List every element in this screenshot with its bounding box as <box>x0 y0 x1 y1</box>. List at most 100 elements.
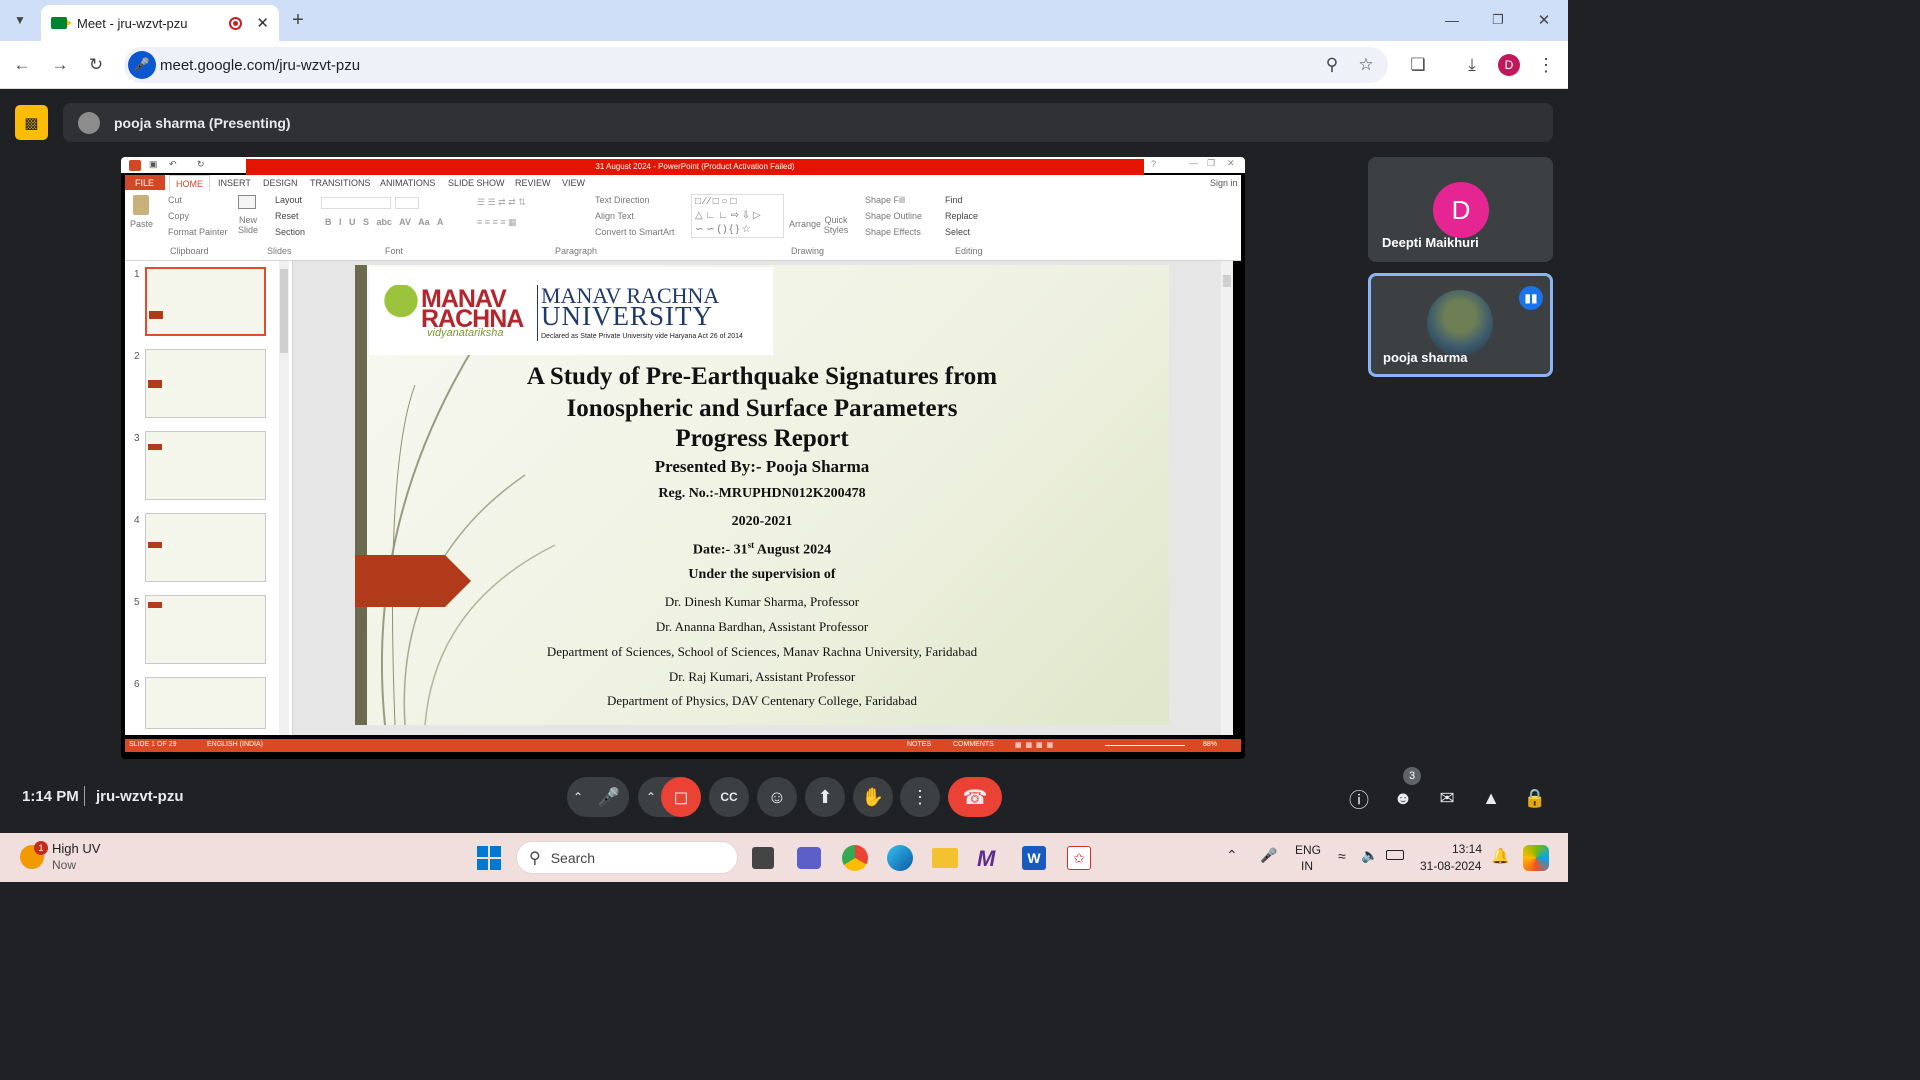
activities-icon[interactable]: ▲ <box>1478 785 1504 811</box>
leave-call-button[interactable]: ☎ <box>948 777 1002 817</box>
camera-off-button[interactable]: ◻ <box>661 777 701 817</box>
meeting-info-icon[interactable]: ⓘ <box>1346 785 1372 812</box>
find-button[interactable]: Find <box>945 195 963 205</box>
zoom-level[interactable]: 88% <box>1203 741 1217 748</box>
close-window-icon[interactable]: ✕ <box>1532 8 1556 32</box>
comments-button[interactable]: COMMENTS <box>953 741 994 748</box>
restore-icon[interactable]: ❐ <box>1486 8 1510 32</box>
ppt-close-icon[interactable]: ✕ <box>1227 158 1235 169</box>
zoom-slider[interactable] <box>1105 745 1185 746</box>
new-slide-button[interactable]: New Slide <box>235 215 261 235</box>
slide-thumbnail[interactable] <box>145 431 266 500</box>
weather-title[interactable]: High UV <box>52 841 100 856</box>
paste-icon[interactable] <box>133 195 149 215</box>
video-options-chevron-icon[interactable]: ⌃ <box>640 777 662 817</box>
arrange-button[interactable]: Arrange <box>789 219 821 229</box>
extensions-icon[interactable]: ❏ <box>1406 53 1430 77</box>
tab-view[interactable]: VIEW <box>562 178 585 188</box>
wifi-icon[interactable]: ≈ <box>1338 848 1346 864</box>
notes-button[interactable]: NOTES <box>907 741 931 748</box>
people-icon[interactable]: ☻ <box>1390 785 1416 811</box>
task-view-icon[interactable] <box>752 847 774 869</box>
downloads-icon[interactable]: ⤓ <box>1460 53 1484 77</box>
captions-button[interactable]: CC <box>709 777 749 817</box>
chat-icon[interactable]: ✉ <box>1434 785 1460 811</box>
audio-options-chevron-icon[interactable]: ⌃ <box>567 777 589 817</box>
clock-date[interactable]: 31-08-2024 <box>1420 859 1481 873</box>
language-indicator[interactable]: ENGLISH (INDIA) <box>207 741 263 748</box>
replace-button[interactable]: Replace <box>945 211 978 221</box>
view-buttons-icon[interactable]: ▦ ▦ ▦ ▦ <box>1015 741 1053 749</box>
copilot-icon[interactable] <box>1523 845 1549 871</box>
tray-chevron-icon[interactable]: ⌃ <box>1226 847 1238 864</box>
tab-slide-show[interactable]: SLIDE SHOW <box>448 178 505 188</box>
format-painter-button[interactable]: Format Painter <box>168 227 228 237</box>
canvas-scrollbar[interactable] <box>1221 261 1233 735</box>
battery-icon[interactable] <box>1386 850 1404 860</box>
convert-smartart-button[interactable]: Convert to SmartArt <box>595 227 675 237</box>
reactions-button[interactable]: ☺ <box>757 777 797 817</box>
mic-permission-icon[interactable]: 🎤 <box>128 51 156 79</box>
present-screen-button[interactable]: ⬆ <box>805 777 845 817</box>
align-icons[interactable]: ≡ ≡ ≡ ≡ ▦ <box>477 217 517 228</box>
more-options-button[interactable]: ⋮ <box>900 777 940 817</box>
font-style-buttons[interactable]: B I U S abc AV Aa A <box>325 217 443 227</box>
slide-thumbnail[interactable] <box>145 677 266 729</box>
reset-button[interactable]: Reset <box>275 211 299 221</box>
stop-presenting-icon[interactable]: ▩ <box>15 105 48 140</box>
clock-time[interactable]: 13:14 <box>1452 842 1482 856</box>
back-icon[interactable]: ← <box>10 53 34 77</box>
start-button[interactable] <box>477 846 501 870</box>
reload-icon[interactable]: ↻ <box>84 53 108 77</box>
tab-search-icon[interactable]: ▼ <box>8 8 32 32</box>
tab-review[interactable]: REVIEW <box>515 178 551 188</box>
host-controls-icon[interactable]: 🔒 <box>1522 785 1548 811</box>
tray-mic-icon[interactable]: 🎤 <box>1260 847 1277 864</box>
tab-home[interactable]: HOME <box>169 175 210 191</box>
bookmark-star-icon[interactable]: ☆ <box>1354 53 1378 77</box>
zoom-icon[interactable]: ⚲ <box>1320 53 1344 77</box>
undo-icon[interactable]: ↶ <box>169 159 177 170</box>
acrobat-icon[interactable]: ✩ <box>1067 846 1091 870</box>
shape-effects-button[interactable]: Shape Effects <box>865 227 921 237</box>
ppt-restore-icon[interactable]: ❐ <box>1207 158 1215 169</box>
volume-icon[interactable]: 🔈 <box>1361 847 1378 864</box>
raise-hand-button[interactable]: ✋ <box>853 777 893 817</box>
chrome-menu-icon[interactable]: ⋮ <box>1534 53 1558 77</box>
word-icon[interactable]: W <box>1022 846 1046 870</box>
slide-thumbnail[interactable] <box>145 513 266 582</box>
tab-animations[interactable]: ANIMATIONS <box>380 178 435 188</box>
close-tab-icon[interactable]: ✕ <box>256 14 269 32</box>
language-line1[interactable]: ENG <box>1295 843 1321 857</box>
select-button[interactable]: Select <box>945 227 970 237</box>
chrome-taskbar-icon[interactable] <box>842 845 868 871</box>
paste-button[interactable]: Paste <box>130 219 153 229</box>
bullets-icon[interactable]: ☰ ☰ ⇄ ⇄ ⇅ <box>477 197 526 208</box>
copy-button[interactable]: Copy <box>168 211 189 221</box>
thumb-scrollbar[interactable] <box>279 261 289 735</box>
text-direction-button[interactable]: Text Direction <box>595 195 650 205</box>
new-tab-button[interactable]: + <box>286 8 310 32</box>
taskbar-search[interactable]: ⚲ Search <box>516 841 738 874</box>
tab-insert[interactable]: INSERT <box>218 178 251 188</box>
forward-icon[interactable]: → <box>48 53 72 77</box>
microphone-button[interactable]: 🎤 <box>589 777 629 817</box>
shapes-gallery[interactable]: □ ∕ ∕ □ ○ □ △ ∟ ∟ ⇨ ⇩ ▷ ∽ ∽ ( ) { } ☆ <box>691 194 784 238</box>
address-bar[interactable]: 🎤 meet.google.com/jru-wzvt-pzu <box>124 47 1388 83</box>
browser-tab[interactable]: Meet - jru-wzvt-pzu ✕ <box>41 5 279 41</box>
teams-icon[interactable] <box>797 847 821 869</box>
layout-button[interactable]: Layout <box>275 195 302 205</box>
font-size-box[interactable] <box>395 197 419 209</box>
participant-tile-active[interactable]: ▮▮ pooja sharma <box>1368 273 1553 377</box>
ppt-minimize-icon[interactable]: — <box>1189 158 1198 168</box>
tab-transitions[interactable]: TRANSITIONS <box>310 178 371 188</box>
new-slide-icon[interactable] <box>238 195 256 209</box>
tab-design[interactable]: DESIGN <box>263 178 298 188</box>
edge-icon[interactable] <box>887 845 913 871</box>
math-app-icon[interactable]: M <box>977 846 1003 871</box>
slide-thumbnail[interactable] <box>145 267 266 336</box>
save-icon[interactable]: ▣ <box>149 159 158 170</box>
section-button[interactable]: Section <box>275 227 305 237</box>
slide-thumbnail[interactable] <box>145 349 266 418</box>
shape-fill-button[interactable]: Shape Fill <box>865 195 905 205</box>
